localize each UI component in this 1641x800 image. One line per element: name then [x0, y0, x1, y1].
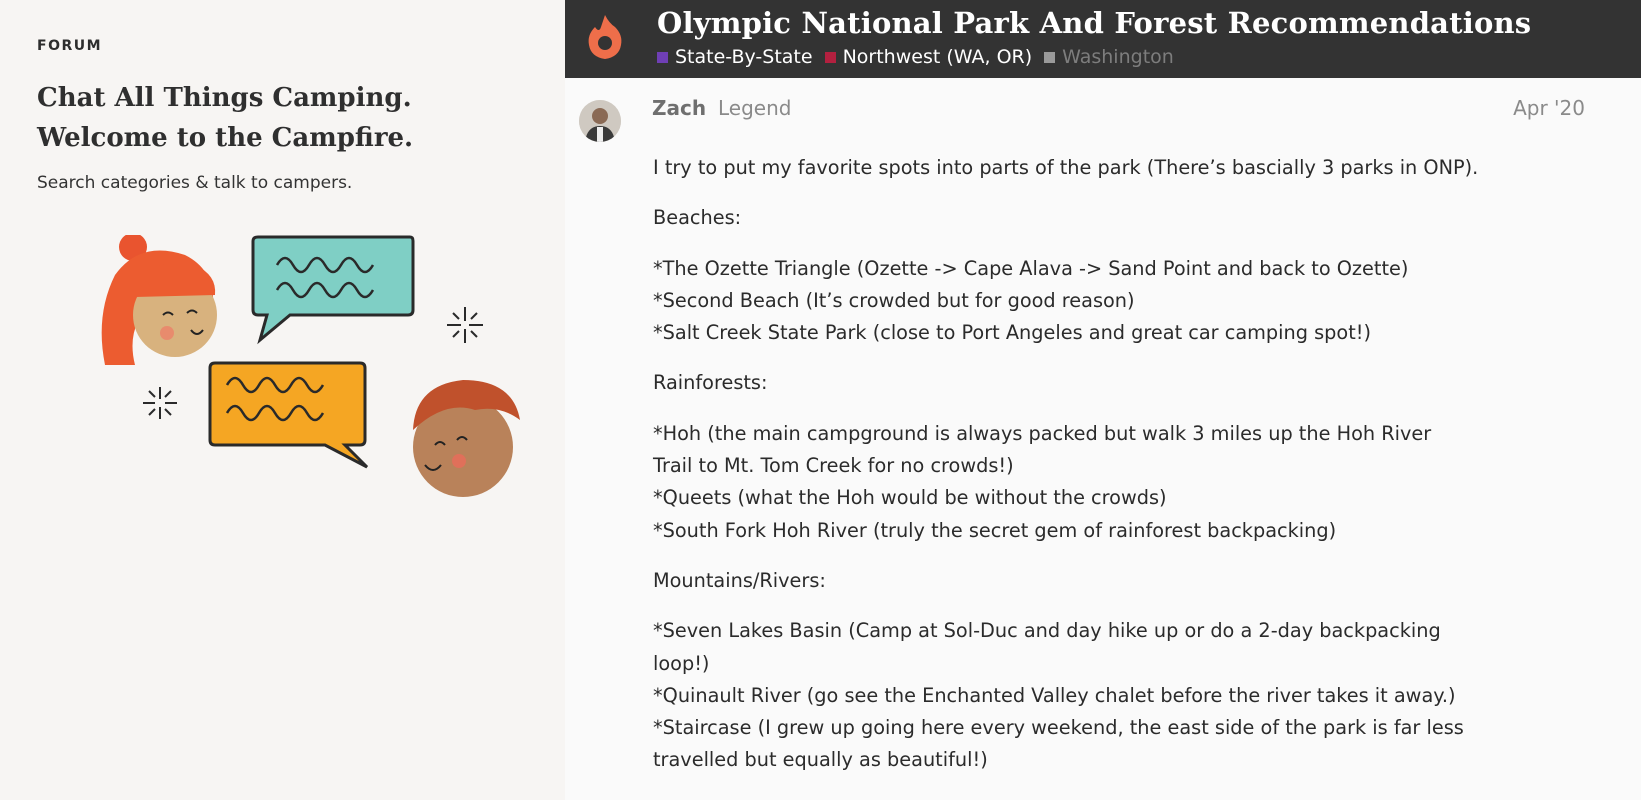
list-item: *Queets (what the Hoh would be without t… — [653, 486, 1167, 510]
breadcrumb-label: Northwest (WA, OR) — [842, 46, 1033, 68]
post-author[interactable]: Zach — [652, 96, 706, 120]
section-heading: Beaches: — [653, 206, 742, 230]
forum-intro-panel: FORUM Chat All Things Camping. Welcome t… — [0, 0, 565, 800]
speech-bubble-teal-icon — [251, 235, 415, 345]
post-date[interactable]: Apr '20 — [1513, 96, 1585, 120]
breadcrumb-item-northwest[interactable]: Northwest (WA, OR) — [824, 46, 1033, 68]
user-avatar-icon — [579, 100, 621, 142]
forum-eyebrow: FORUM — [37, 38, 103, 54]
headline-line-1: Chat All Things Camping. — [37, 83, 412, 113]
list-item: *Hoh (the main campground is always pack… — [653, 421, 1432, 445]
list-item: Trail to Mt. Tom Creek for no crowds!) — [653, 454, 1014, 478]
breadcrumb: State-By-State Northwest (WA, OR) Washin… — [657, 46, 1186, 68]
camper-boy-icon — [413, 380, 520, 497]
breadcrumb-item-washington[interactable]: Washington — [1044, 46, 1174, 68]
sparkle-icon — [143, 387, 177, 419]
topic-header: Olympic National Park And Forest Recomme… — [565, 0, 1641, 78]
topic-panel: Olympic National Park And Forest Recomme… — [565, 0, 1641, 800]
list-item: *Staircase (I grew up going here every w… — [653, 716, 1464, 740]
list-item: *South Fork Hoh River (truly the secret … — [653, 518, 1337, 542]
speech-bubble-orange-icon — [208, 361, 369, 469]
flame-logo-icon[interactable] — [585, 13, 625, 61]
list-item: *Salt Creek State Park (close to Port An… — [653, 321, 1372, 345]
camper-girl-icon — [101, 235, 217, 365]
forum-headline: Chat All Things Camping. Welcome to the … — [37, 78, 497, 158]
category-color-icon — [657, 51, 668, 63]
post-intro: I try to put my favorite spots into part… — [653, 156, 1479, 179]
list-item: loop!) — [653, 651, 710, 675]
category-color-icon — [1044, 51, 1056, 63]
section-heading: Rainforests: — [653, 371, 768, 395]
breadcrumb-label: State-By-State — [675, 46, 813, 68]
list-item: *Second Beach (It’s crowded but for good… — [653, 288, 1135, 312]
forum-post: Zach Legend Apr '20 I try to put my favo… — [565, 78, 1641, 800]
list-item: travelled but equally as beautiful!) — [653, 748, 988, 772]
list-item: *Quinault River (go see the Enchanted Va… — [653, 683, 1456, 707]
author-title: Legend — [718, 96, 792, 120]
avatar[interactable] — [579, 100, 621, 142]
post-body: I try to put my favorite spots into part… — [653, 152, 1553, 777]
campers-chatting-illustration — [101, 235, 520, 497]
category-color-icon — [824, 51, 836, 63]
breadcrumb-label: Washington — [1062, 46, 1174, 68]
list-item: *Seven Lakes Basin (Camp at Sol-Duc and … — [653, 619, 1441, 643]
breadcrumb-item-state-by-state[interactable]: State-By-State — [657, 46, 813, 68]
sparkle-icon — [447, 307, 483, 343]
list-item: *The Ozette Triangle (Ozette -> Cape Ala… — [653, 256, 1409, 280]
section-heading: Mountains/Rivers: — [653, 568, 826, 592]
headline-line-2: Welcome to the Campfire. — [37, 123, 414, 153]
topic-title[interactable]: Olympic National Park And Forest Recomme… — [657, 6, 1627, 40]
forum-subtitle: Search categories & talk to campers. — [37, 173, 353, 193]
